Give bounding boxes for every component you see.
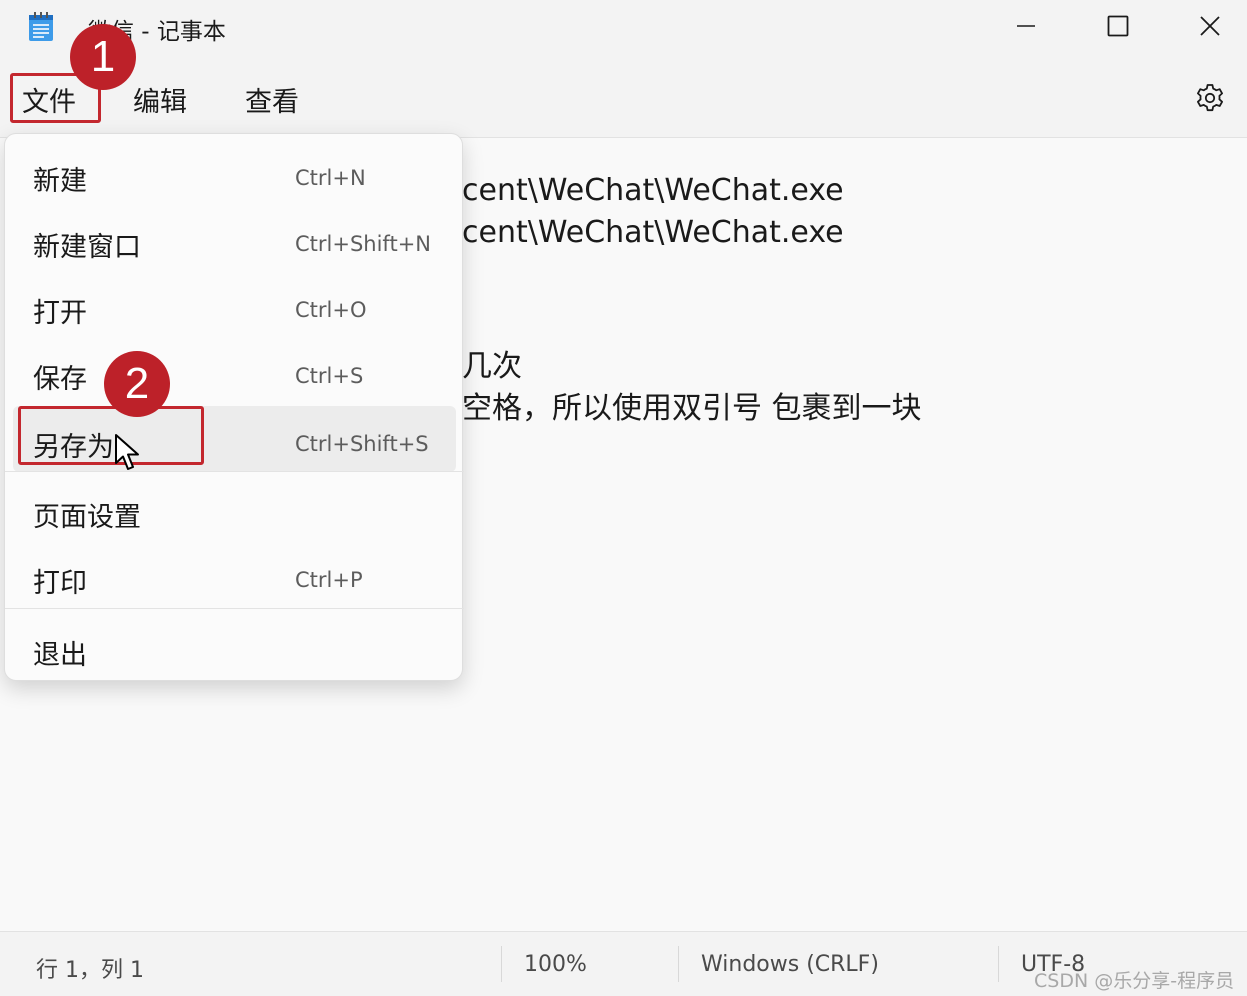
editor-line: cent\WeChat\WeChat.exe xyxy=(462,173,844,208)
menu-item-new-window[interactable]: 新建窗口 Ctrl+Shift+N xyxy=(5,206,464,272)
menu-item-shortcut: Ctrl+N xyxy=(295,166,366,190)
step-badge-1: 1 xyxy=(70,24,136,90)
menu-item-exit[interactable]: 退出 xyxy=(5,614,464,680)
watermark: CSDN @乐分享-程序员 xyxy=(1034,970,1235,992)
zoom-level: 100% xyxy=(524,952,587,977)
menu-separator xyxy=(5,608,464,609)
menu-separator xyxy=(5,471,464,472)
menu-item-shortcut: Ctrl+P xyxy=(295,568,363,592)
menu-item-label: 新建 xyxy=(33,166,87,197)
minimize-button[interactable] xyxy=(980,0,1072,52)
menu-item-label: 退出 xyxy=(33,640,87,671)
menu-item-open[interactable]: 打开 Ctrl+O xyxy=(5,272,464,338)
editor-line: 几次 xyxy=(462,349,522,384)
highlight-save-as xyxy=(18,406,204,465)
editor-line: 空格，所以使用双引号 包裹到一块 xyxy=(462,391,922,426)
menu-item-new[interactable]: 新建 Ctrl+N xyxy=(5,140,464,206)
menu-item-shortcut: Ctrl+S xyxy=(295,364,364,388)
step-badge-2: 2 xyxy=(104,351,170,417)
status-divider xyxy=(998,946,999,982)
status-divider xyxy=(678,946,679,982)
menu-item-label: 打印 xyxy=(33,568,87,599)
close-button[interactable] xyxy=(1164,0,1247,52)
menu-edit[interactable]: 编辑 xyxy=(133,80,187,119)
cursor-position: 行 1，列 1 xyxy=(36,958,144,983)
notepad-icon xyxy=(29,12,53,41)
minimize-icon xyxy=(1017,25,1035,27)
menu-item-page-setup[interactable]: 页面设置 xyxy=(5,476,464,542)
menu-item-label: 保存 xyxy=(33,364,87,395)
menu-item-save[interactable]: 保存 Ctrl+S xyxy=(5,338,464,404)
menu-item-shortcut: Ctrl+Shift+S xyxy=(295,432,429,456)
close-icon xyxy=(1200,16,1220,36)
maximize-icon xyxy=(1107,15,1129,37)
menu-item-label: 新建窗口 xyxy=(33,232,141,263)
menu-item-label: 打开 xyxy=(33,298,87,329)
line-ending: Windows (CRLF) xyxy=(701,952,879,977)
menu-item-print[interactable]: 打印 Ctrl+P xyxy=(5,542,464,608)
menu-item-label: 页面设置 xyxy=(33,502,141,533)
menu-item-shortcut: Ctrl+Shift+N xyxy=(295,232,431,256)
status-divider xyxy=(501,946,502,982)
menu-bar: 文件 编辑 查看 xyxy=(0,52,1247,138)
maximize-button[interactable] xyxy=(1072,0,1164,52)
menu-view[interactable]: 查看 xyxy=(245,80,299,119)
title-bar: 微信 - 记事本 xyxy=(0,0,1247,52)
menu-item-shortcut: Ctrl+O xyxy=(295,298,367,322)
mouse-cursor-icon xyxy=(115,434,139,470)
gear-icon[interactable] xyxy=(1194,82,1226,114)
status-bar: 行 1，列 1 100% Windows (CRLF) UTF-8 CSDN @… xyxy=(0,931,1247,996)
editor-line: cent\WeChat\WeChat.exe xyxy=(462,215,844,250)
